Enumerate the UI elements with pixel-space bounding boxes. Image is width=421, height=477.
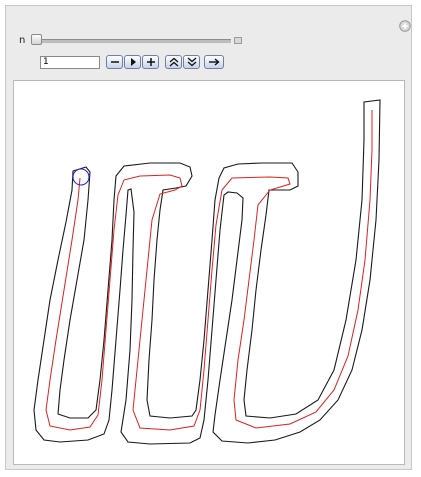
path-plot [33,99,381,445]
path-centerline [45,110,373,431]
tube-outline [33,99,381,445]
position-marker [72,168,90,186]
